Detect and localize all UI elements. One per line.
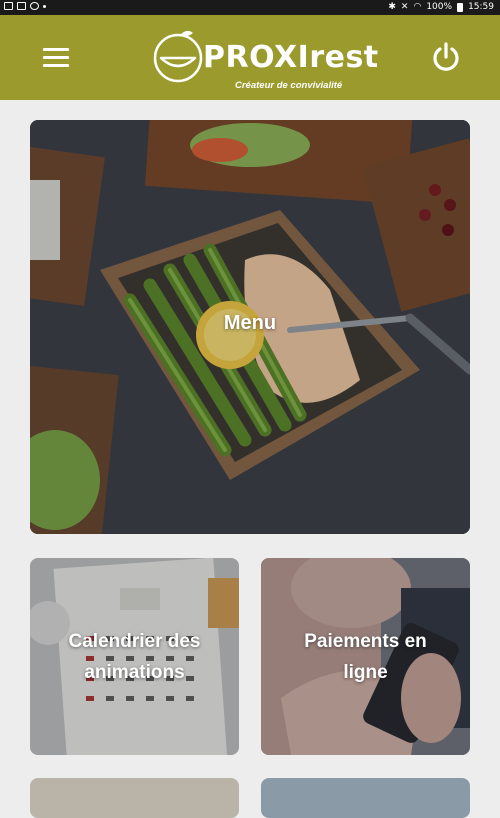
brand-logo: PROXIrest Créateur de convivialité [153, 26, 378, 91]
brand-tagline: Créateur de convivialité [235, 80, 343, 91]
calendar-tile-label: Calendrier des animations [68, 631, 201, 683]
brand-name: PROXIrest [203, 40, 379, 75]
power-icon [433, 42, 459, 71]
clock: 15:59 [468, 2, 494, 12]
additional-tile-left[interactable] [30, 778, 239, 818]
more-notifications-icon [43, 4, 46, 8]
hamburger-menu-button[interactable] [43, 48, 69, 68]
power-button[interactable] [430, 41, 462, 73]
hamburger-icon-line [43, 56, 69, 59]
status-right-icons: ✱ ✕ ◠ 100% 15:59 [388, 2, 494, 12]
online-payments-tile[interactable]: Paiements en ligne [261, 558, 470, 755]
hamburger-icon-line [43, 64, 69, 67]
calendar-notification-icon [17, 2, 26, 10]
bowl-logo-icon [153, 30, 203, 83]
battery-icon [457, 2, 464, 12]
online-payments-tile-label: Paiements en ligne [304, 631, 427, 683]
additional-tile-right[interactable] [261, 778, 470, 818]
mute-icon: ✕ [400, 2, 409, 12]
status-left-icons [4, 2, 46, 10]
hamburger-icon [43, 48, 69, 51]
app-header: PROXIrest Créateur de convivialité [0, 15, 500, 100]
calendar-tile[interactable]: Calendrier des animations [30, 558, 239, 755]
menu-tile[interactable]: Menu [30, 120, 470, 534]
status-bar: ✱ ✕ ◠ 100% 15:59 [0, 0, 500, 15]
menu-tile-label: Menu [223, 312, 277, 334]
gallery-notification-icon [4, 2, 13, 10]
battery-percentage: 100% [426, 2, 453, 12]
wifi-icon: ◠ [413, 2, 422, 12]
sync-notification-icon [30, 2, 39, 10]
bluetooth-icon: ✱ [388, 2, 396, 12]
